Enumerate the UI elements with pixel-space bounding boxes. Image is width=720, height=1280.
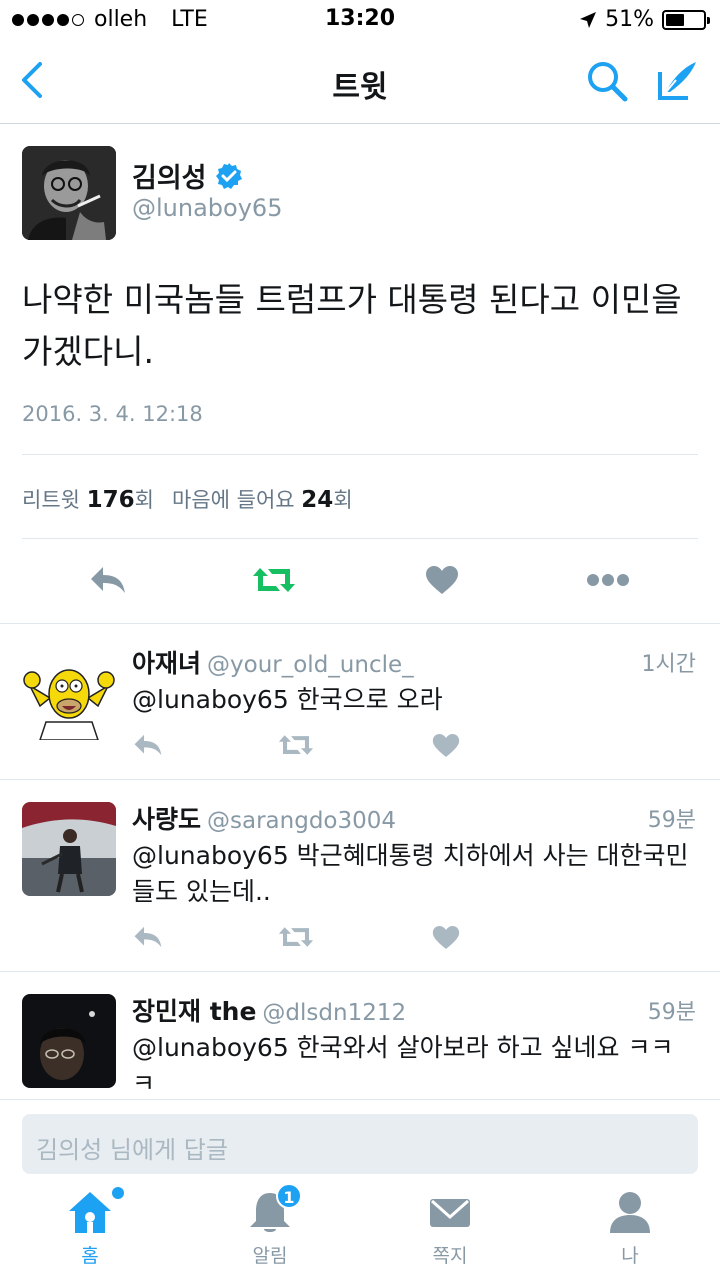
reply-header: 아재녀 @your_old_uncle_ xyxy=(132,644,414,680)
retweet-icon xyxy=(278,927,314,947)
reply-time: 1시간 xyxy=(641,652,696,677)
avatar[interactable] xyxy=(22,646,116,740)
tweet-timestamp: 2016. 3. 4. 12:18 xyxy=(22,402,203,426)
main-tweet: 김의성 @lunaboy65 나약한 미국놈들 트럼프가 대통령 된다고 이민을… xyxy=(0,124,720,624)
nav-bar: 트윗 xyxy=(0,40,720,124)
more-dots-icon xyxy=(587,574,629,586)
reply-author-handle[interactable]: @your_old_uncle_ xyxy=(207,652,414,678)
tab-messages-label: 쪽지 xyxy=(432,1245,468,1267)
reply-author-name[interactable]: 아재녀 xyxy=(132,649,201,678)
tab-home[interactable]: 홈 xyxy=(30,1187,150,1279)
reply-text: @lunaboy65 한국으로 오라 xyxy=(132,685,443,714)
notification-badge: 1 xyxy=(276,1183,302,1209)
reply-text: @lunaboy65 박근혜대통령 치하에서 사는 대한국민 들도 있는데.. xyxy=(132,841,689,906)
reply-time: 59분 xyxy=(647,1000,696,1025)
verified-badge-icon xyxy=(215,162,242,189)
heart-icon xyxy=(432,925,460,949)
avatar[interactable] xyxy=(22,146,116,240)
reply-author-name[interactable]: 사량도 xyxy=(132,805,201,834)
like-unit: 회 xyxy=(333,488,353,512)
tab-me-label: 나 xyxy=(621,1245,639,1267)
reply-time: 59분 xyxy=(647,808,696,833)
tab-home-label: 홈 xyxy=(81,1245,99,1267)
like-button[interactable] xyxy=(426,920,466,954)
retweet-icon xyxy=(278,735,314,755)
tab-bar: 홈 1 알림 쪽지 나 xyxy=(0,1183,720,1280)
author-handle[interactable]: @lunaboy65 xyxy=(132,194,282,222)
reply-author-handle[interactable]: @sarangdo3004 xyxy=(207,808,396,834)
compose-icon[interactable] xyxy=(654,58,700,104)
author-name-text: 김의성 xyxy=(132,163,207,194)
reply-icon xyxy=(134,734,162,756)
tab-messages[interactable]: 쪽지 xyxy=(390,1189,510,1279)
reply-button[interactable] xyxy=(128,728,168,762)
retweet-button[interactable] xyxy=(276,920,316,954)
tweet-actions xyxy=(0,560,720,600)
back-chevron-icon[interactable] xyxy=(14,58,50,102)
reply-icon xyxy=(134,926,162,948)
divider xyxy=(22,454,698,455)
avatar[interactable] xyxy=(22,994,116,1088)
like-stat-label: 마음에 들어요 xyxy=(172,488,295,512)
reply-author-name[interactable]: 장민재 the xyxy=(132,997,256,1026)
reply-author-handle[interactable]: @dlsdn1212 xyxy=(262,1000,406,1026)
like-count: 24 xyxy=(301,487,334,513)
reply-button[interactable] xyxy=(128,920,168,954)
reply-header: 사량도 @sarangdo3004 xyxy=(132,800,396,836)
retweet-icon xyxy=(253,568,295,592)
avatar[interactable] xyxy=(22,802,116,896)
reply-tweet[interactable]: 장민재 the @dlsdn1212 59분 @lunaboy65 한국와서 살아… xyxy=(0,972,720,1099)
retweet-stat-label: 리트윗 xyxy=(22,488,80,512)
location-arrow-icon xyxy=(580,11,597,28)
reply-composer: 김의성 님에게 답글 xyxy=(0,1099,720,1183)
new-content-dot xyxy=(112,1187,124,1199)
heart-icon xyxy=(426,566,458,594)
reply-tweet[interactable]: 사량도 @sarangdo3004 59분 @lunaboy65 박근혜대통령 치… xyxy=(0,780,720,972)
tab-notifications-label: 알림 xyxy=(252,1245,288,1267)
author-name[interactable]: 김의성 xyxy=(132,156,243,195)
home-icon xyxy=(69,1192,111,1233)
tab-me[interactable]: 나 xyxy=(570,1189,690,1279)
divider xyxy=(22,538,698,539)
reply-icon xyxy=(91,567,125,593)
tweet-stats: 리트윗 176회 마음에 들어요 24회 xyxy=(22,484,353,514)
like-button[interactable] xyxy=(426,728,466,762)
reply-header: 장민재 the @dlsdn1212 xyxy=(132,992,406,1028)
retweet-count: 176 xyxy=(86,487,135,513)
status-bar: olleh LTE 13:20 51% xyxy=(0,0,720,40)
like-stat[interactable]: 마음에 들어요 24회 xyxy=(172,484,353,514)
retweet-button[interactable] xyxy=(276,728,316,762)
battery-percent: 51% xyxy=(605,7,654,32)
retweet-stat[interactable]: 리트윗 176회 xyxy=(22,484,154,514)
more-options-button[interactable] xyxy=(586,560,630,600)
like-button[interactable] xyxy=(420,560,464,600)
reply-tweet[interactable]: 아재녀 @your_old_uncle_ 1시간 @lunaboy65 한국으로 … xyxy=(0,624,720,780)
reply-input[interactable]: 김의성 님에게 답글 xyxy=(22,1114,698,1174)
tab-notifications[interactable]: 1 알림 xyxy=(210,1183,330,1279)
person-icon xyxy=(610,1192,650,1233)
tweet-text: 나약한 미국놈들 트럼프가 대통령 된다고 이민을 가겠다니. xyxy=(22,280,682,371)
reply-text: @lunaboy65 한국와서 살아보라 하고 싶네요 ㅋㅋ ㅋ xyxy=(132,1033,674,1098)
search-icon[interactable] xyxy=(584,58,630,104)
reply-button[interactable] xyxy=(86,560,130,600)
retweet-unit: 회 xyxy=(134,488,154,512)
heart-icon xyxy=(432,733,460,757)
envelope-icon xyxy=(430,1199,470,1227)
retweet-button[interactable] xyxy=(252,560,296,600)
battery-icon xyxy=(662,9,710,30)
